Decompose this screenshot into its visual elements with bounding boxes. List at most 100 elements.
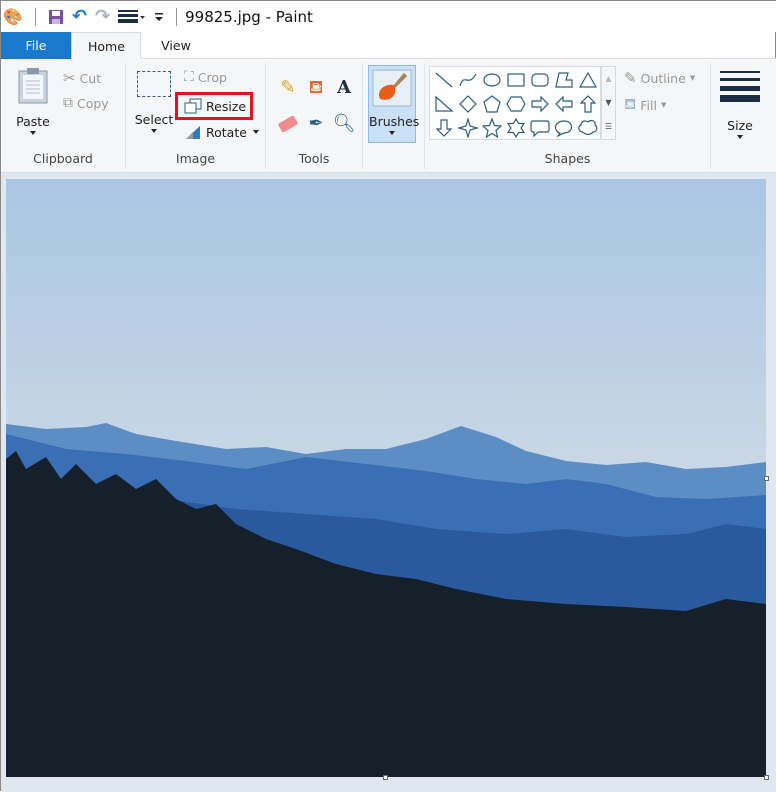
clipboard-icon [18, 68, 48, 104]
brushes-button[interactable]: Brushes [368, 65, 420, 143]
divider [176, 7, 178, 26]
crop-label: Crop [197, 69, 227, 85]
rotate-label: Rotate [206, 124, 247, 140]
quick-access-toolbar: 🎨 ↶ ↷ [1, 6, 181, 27]
brush-icon [372, 69, 412, 107]
copy-button[interactable]: ⧉ Copy [63, 95, 109, 111]
shape-rectangle-icon[interactable] [504, 68, 528, 92]
undo-icon[interactable]: ↶ [72, 6, 87, 27]
shapes-scrollbar[interactable]: ▲ ▼ ☰ [601, 66, 616, 140]
shape-right-arrow-icon[interactable] [528, 92, 552, 116]
window-title: 99825.jpg - Paint [185, 7, 313, 26]
save-icon[interactable] [48, 9, 64, 25]
resize-icon [184, 98, 202, 114]
shape-triangle-icon[interactable] [576, 68, 600, 92]
clipboard-group: Paste ✂ Cut ⧉ Copy Clipboard [1, 63, 126, 169]
brushes-label: Brushes [369, 114, 420, 129]
shape-five-point-star-icon[interactable] [480, 116, 504, 140]
image-group-label: Image [175, 151, 216, 166]
shape-polygon-icon[interactable] [552, 68, 576, 92]
chevron-down-icon: ▼ [660, 101, 667, 109]
outline-button[interactable]: ✎ Outline ▼ [624, 69, 695, 87]
crop-icon: ⛶ [184, 69, 194, 85]
paste-button[interactable]: Paste [11, 67, 55, 135]
chevron-down-icon [252, 130, 259, 134]
shape-right-triangle-icon[interactable] [432, 92, 456, 116]
redo-icon[interactable]: ↷ [95, 6, 110, 27]
tab-home[interactable]: Home [71, 32, 141, 59]
ribbon-tabs: File Home View [1, 32, 776, 59]
cut-label: Cut [79, 70, 102, 86]
shapes-group-label: Shapes [544, 151, 591, 166]
chevron-down-icon [151, 129, 157, 133]
shape-line-icon[interactable] [432, 68, 456, 92]
paint-app-icon[interactable]: 🎨 [3, 7, 23, 26]
size-label: Size [727, 118, 753, 133]
magnifier-icon[interactable]: 🔍︎ [330, 113, 358, 134]
resize-handle-right[interactable] [764, 476, 769, 481]
shape-left-arrow-icon[interactable] [552, 92, 576, 116]
size-button[interactable]: Size [719, 69, 761, 139]
fill-icon: ⛾ [624, 95, 637, 113]
tab-file[interactable]: File [1, 32, 71, 59]
rotate-button[interactable]: Rotate [184, 124, 259, 140]
text-icon[interactable]: A [330, 77, 358, 101]
shape-hexagon-icon[interactable] [504, 92, 528, 116]
outline-icon: ✎ [624, 69, 637, 87]
shapes-gallery [429, 66, 601, 140]
line-size-icon[interactable] [118, 9, 146, 25]
title-bar: 🎨 ↶ ↷ 99825.jpg - Paint [1, 1, 776, 32]
tools-group-label: Tools [298, 151, 330, 166]
tools-grid: ✎ ⛾ A ✒ 🔍︎ [274, 77, 358, 134]
copy-icon: ⧉ [63, 95, 73, 111]
crop-button[interactable]: ⛶ Crop [184, 69, 227, 85]
mountain-landscape-image [6, 179, 766, 777]
fill-label: Fill [640, 97, 657, 113]
paste-label: Paste [16, 114, 50, 129]
select-button[interactable]: Select [134, 71, 174, 133]
canvas-workspace [1, 173, 776, 792]
shape-rounded-callout-icon[interactable] [528, 116, 552, 140]
chevron-down-icon [389, 131, 395, 135]
shape-six-point-star-icon[interactable] [504, 116, 528, 140]
eraser-icon[interactable] [274, 113, 302, 134]
cut-button[interactable]: ✂ Cut [63, 69, 101, 87]
tab-view[interactable]: View [141, 32, 211, 59]
expand-gallery-icon[interactable]: ☰ [602, 115, 615, 139]
shape-oval-icon[interactable] [480, 68, 504, 92]
color-picker-icon[interactable]: ✒ [302, 113, 330, 134]
selection-icon [137, 71, 171, 97]
fill-button[interactable]: ⛾ Fill ▼ [624, 95, 666, 115]
brushes-group: Brushes [363, 63, 425, 169]
shape-diamond-icon[interactable] [456, 92, 480, 116]
shape-down-arrow-icon[interactable] [432, 116, 456, 140]
divider [34, 7, 36, 26]
fill-bucket-icon[interactable]: ⛾ [302, 77, 330, 101]
rotate-icon [186, 126, 200, 139]
resize-handle-corner[interactable] [764, 775, 769, 780]
line-sizes-icon [720, 71, 760, 102]
shape-four-point-star-icon[interactable] [456, 116, 480, 140]
shape-rounded-rectangle-icon[interactable] [528, 68, 552, 92]
scroll-up-icon[interactable]: ▲ [602, 67, 615, 91]
clipboard-group-label: Clipboard [33, 151, 93, 166]
shape-cloud-callout-icon[interactable] [576, 116, 600, 140]
size-group: Size [711, 63, 776, 169]
select-label: Select [134, 112, 174, 127]
chevron-down-icon: ▼ [689, 74, 696, 82]
chevron-down-icon [30, 131, 36, 135]
pencil-icon[interactable]: ✎ [274, 77, 302, 101]
customize-dropdown-icon[interactable] [154, 11, 164, 23]
shape-pentagon-icon[interactable] [480, 92, 504, 116]
chevron-down-icon [737, 135, 743, 139]
resize-handle-bottom[interactable] [383, 775, 388, 780]
resize-button[interactable]: Resize [175, 92, 254, 120]
resize-label: Resize [206, 98, 247, 114]
shape-up-arrow-icon[interactable] [576, 92, 600, 116]
image-canvas[interactable] [6, 179, 766, 777]
shape-curve-icon[interactable] [456, 68, 480, 92]
scroll-down-icon[interactable]: ▼ [602, 91, 615, 115]
outline-label: Outline [640, 70, 686, 86]
shape-oval-callout-icon[interactable] [552, 116, 576, 140]
image-group: Select ⛶ Crop Resize Rotate Image [126, 63, 266, 169]
